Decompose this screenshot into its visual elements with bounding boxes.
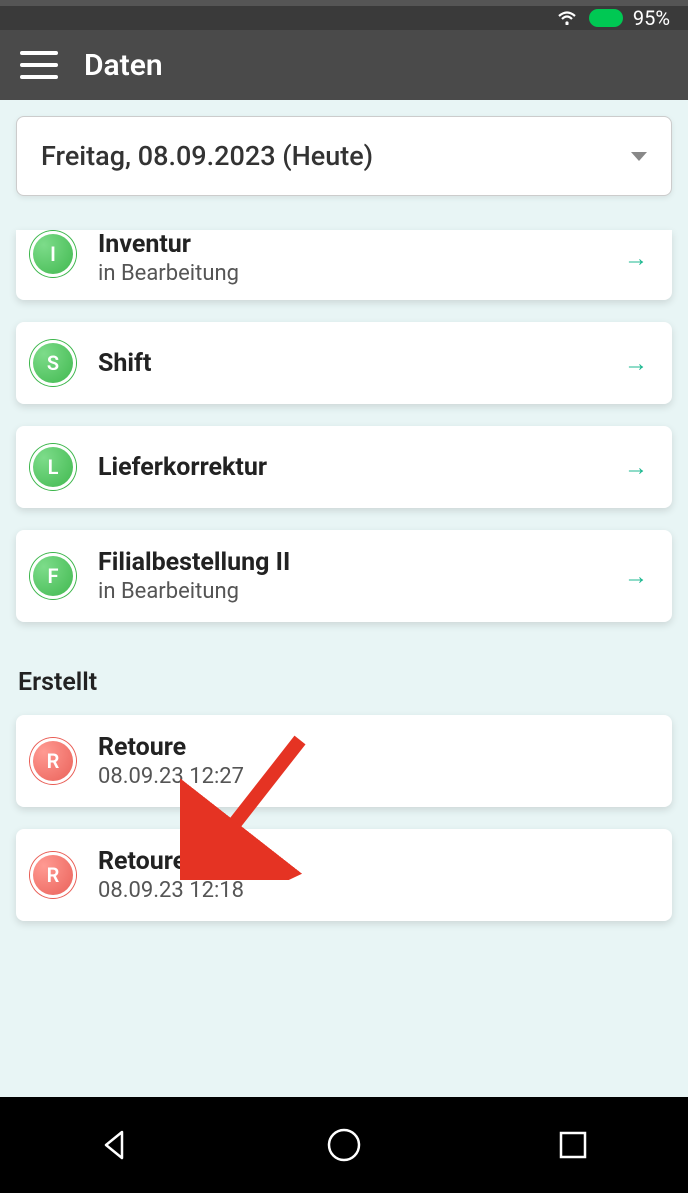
badge-letter: S <box>30 340 76 386</box>
nav-home-button[interactable] <box>322 1123 366 1167</box>
date-selector-label: Freitag, 08.09.2023 (Heute) <box>41 140 373 172</box>
arrow-right-icon: → <box>624 562 648 591</box>
task-card-inventur[interactable]: I Inventur in Bearbeitung → <box>16 230 672 300</box>
badge-letter: R <box>30 852 76 898</box>
task-subtitle: in Bearbeitung <box>98 579 624 604</box>
badge-letter: R <box>30 738 76 784</box>
task-subtitle: in Bearbeitung <box>98 261 624 286</box>
created-card-retoure-2[interactable]: R Retoure 08.09.23 12:18 <box>16 829 672 921</box>
task-card-filialbestellung[interactable]: F Filialbestellung II in Bearbeitung → <box>16 530 672 622</box>
content-area: Freitag, 08.09.2023 (Heute) I Inventur i… <box>0 100 688 1097</box>
task-title: Inventur <box>98 230 624 259</box>
nav-back-button[interactable] <box>93 1123 137 1167</box>
badge-letter: F <box>30 553 76 599</box>
created-subtitle: 08.09.23 12:27 <box>98 764 648 789</box>
task-title: Filialbestellung II <box>98 548 624 577</box>
battery-icon <box>589 9 623 27</box>
created-subtitle: 08.09.23 12:18 <box>98 878 648 903</box>
badge-letter: L <box>30 444 76 490</box>
chevron-down-icon <box>631 152 647 161</box>
task-card-shift[interactable]: S Shift → <box>16 322 672 404</box>
task-title: Lieferkorrektur <box>98 453 624 482</box>
arrow-right-icon: → <box>624 453 648 482</box>
arrow-right-icon: → <box>624 349 648 378</box>
menu-icon[interactable] <box>20 51 58 79</box>
app-bar: Daten <box>0 30 688 100</box>
section-header-erstellt: Erstellt <box>18 668 672 697</box>
wifi-icon <box>555 6 579 30</box>
badge-letter: I <box>30 231 76 277</box>
date-selector[interactable]: Freitag, 08.09.2023 (Heute) <box>16 116 672 196</box>
task-title: Shift <box>98 349 624 378</box>
android-nav-bar <box>0 1097 688 1193</box>
page-title: Daten <box>84 48 163 83</box>
status-bar: 95% <box>0 0 688 30</box>
created-card-retoure-1[interactable]: R Retoure 08.09.23 12:27 <box>16 715 672 807</box>
created-title: Retoure <box>98 847 648 876</box>
battery-percent: 95% <box>633 6 670 30</box>
task-card-lieferkorrektur[interactable]: L Lieferkorrektur → <box>16 426 672 508</box>
created-title: Retoure <box>98 733 648 762</box>
nav-recent-button[interactable] <box>551 1123 595 1167</box>
arrow-right-icon: → <box>624 244 648 273</box>
